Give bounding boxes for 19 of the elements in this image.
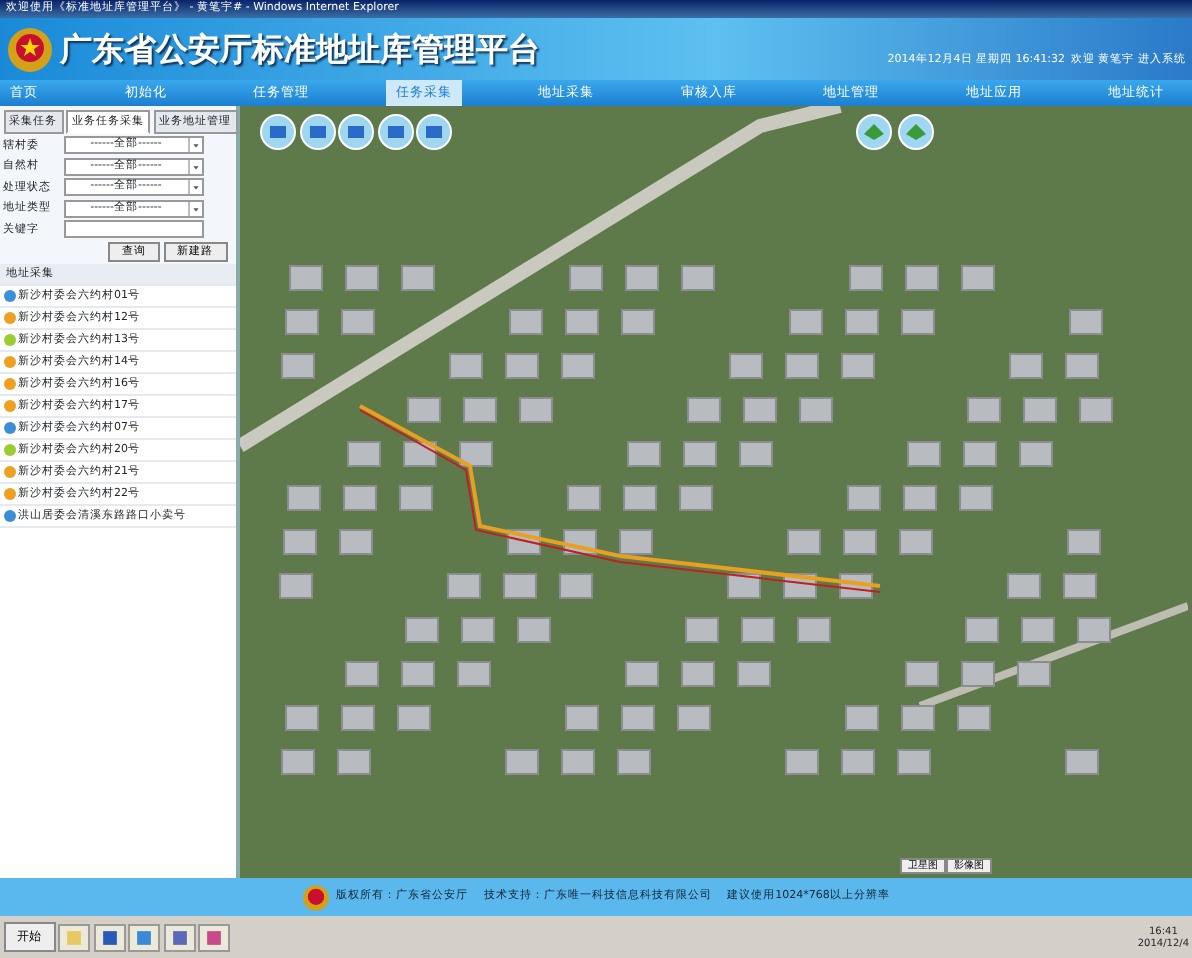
map-tool-icon[interactable] <box>416 114 452 150</box>
taskbar-app-icon[interactable] <box>198 923 230 951</box>
map-tool-icon[interactable] <box>898 114 934 150</box>
emblem-icon <box>6 25 54 73</box>
map-tool-icon[interactable] <box>260 114 296 150</box>
map-tool-icon[interactable] <box>299 114 335 150</box>
taskbar-app-icon[interactable] <box>128 923 160 951</box>
taskbar-app-icon[interactable] <box>163 923 195 951</box>
dropdown-caret-icon <box>187 138 201 153</box>
app-title: 广东省公安厅标准地址库管理平台 <box>60 29 540 69</box>
dropdown-caret-icon <box>187 180 201 195</box>
map-tool-icon[interactable] <box>377 114 413 150</box>
map-tool-icon[interactable] <box>338 114 374 150</box>
taskbar-app-icon[interactable] <box>93 923 125 951</box>
keyword-field[interactable] <box>63 220 203 239</box>
emblem-icon <box>302 883 331 911</box>
dropdown-caret-icon <box>187 201 201 216</box>
map-tool-icon[interactable] <box>856 114 892 150</box>
dropdown-caret-icon <box>187 159 201 174</box>
